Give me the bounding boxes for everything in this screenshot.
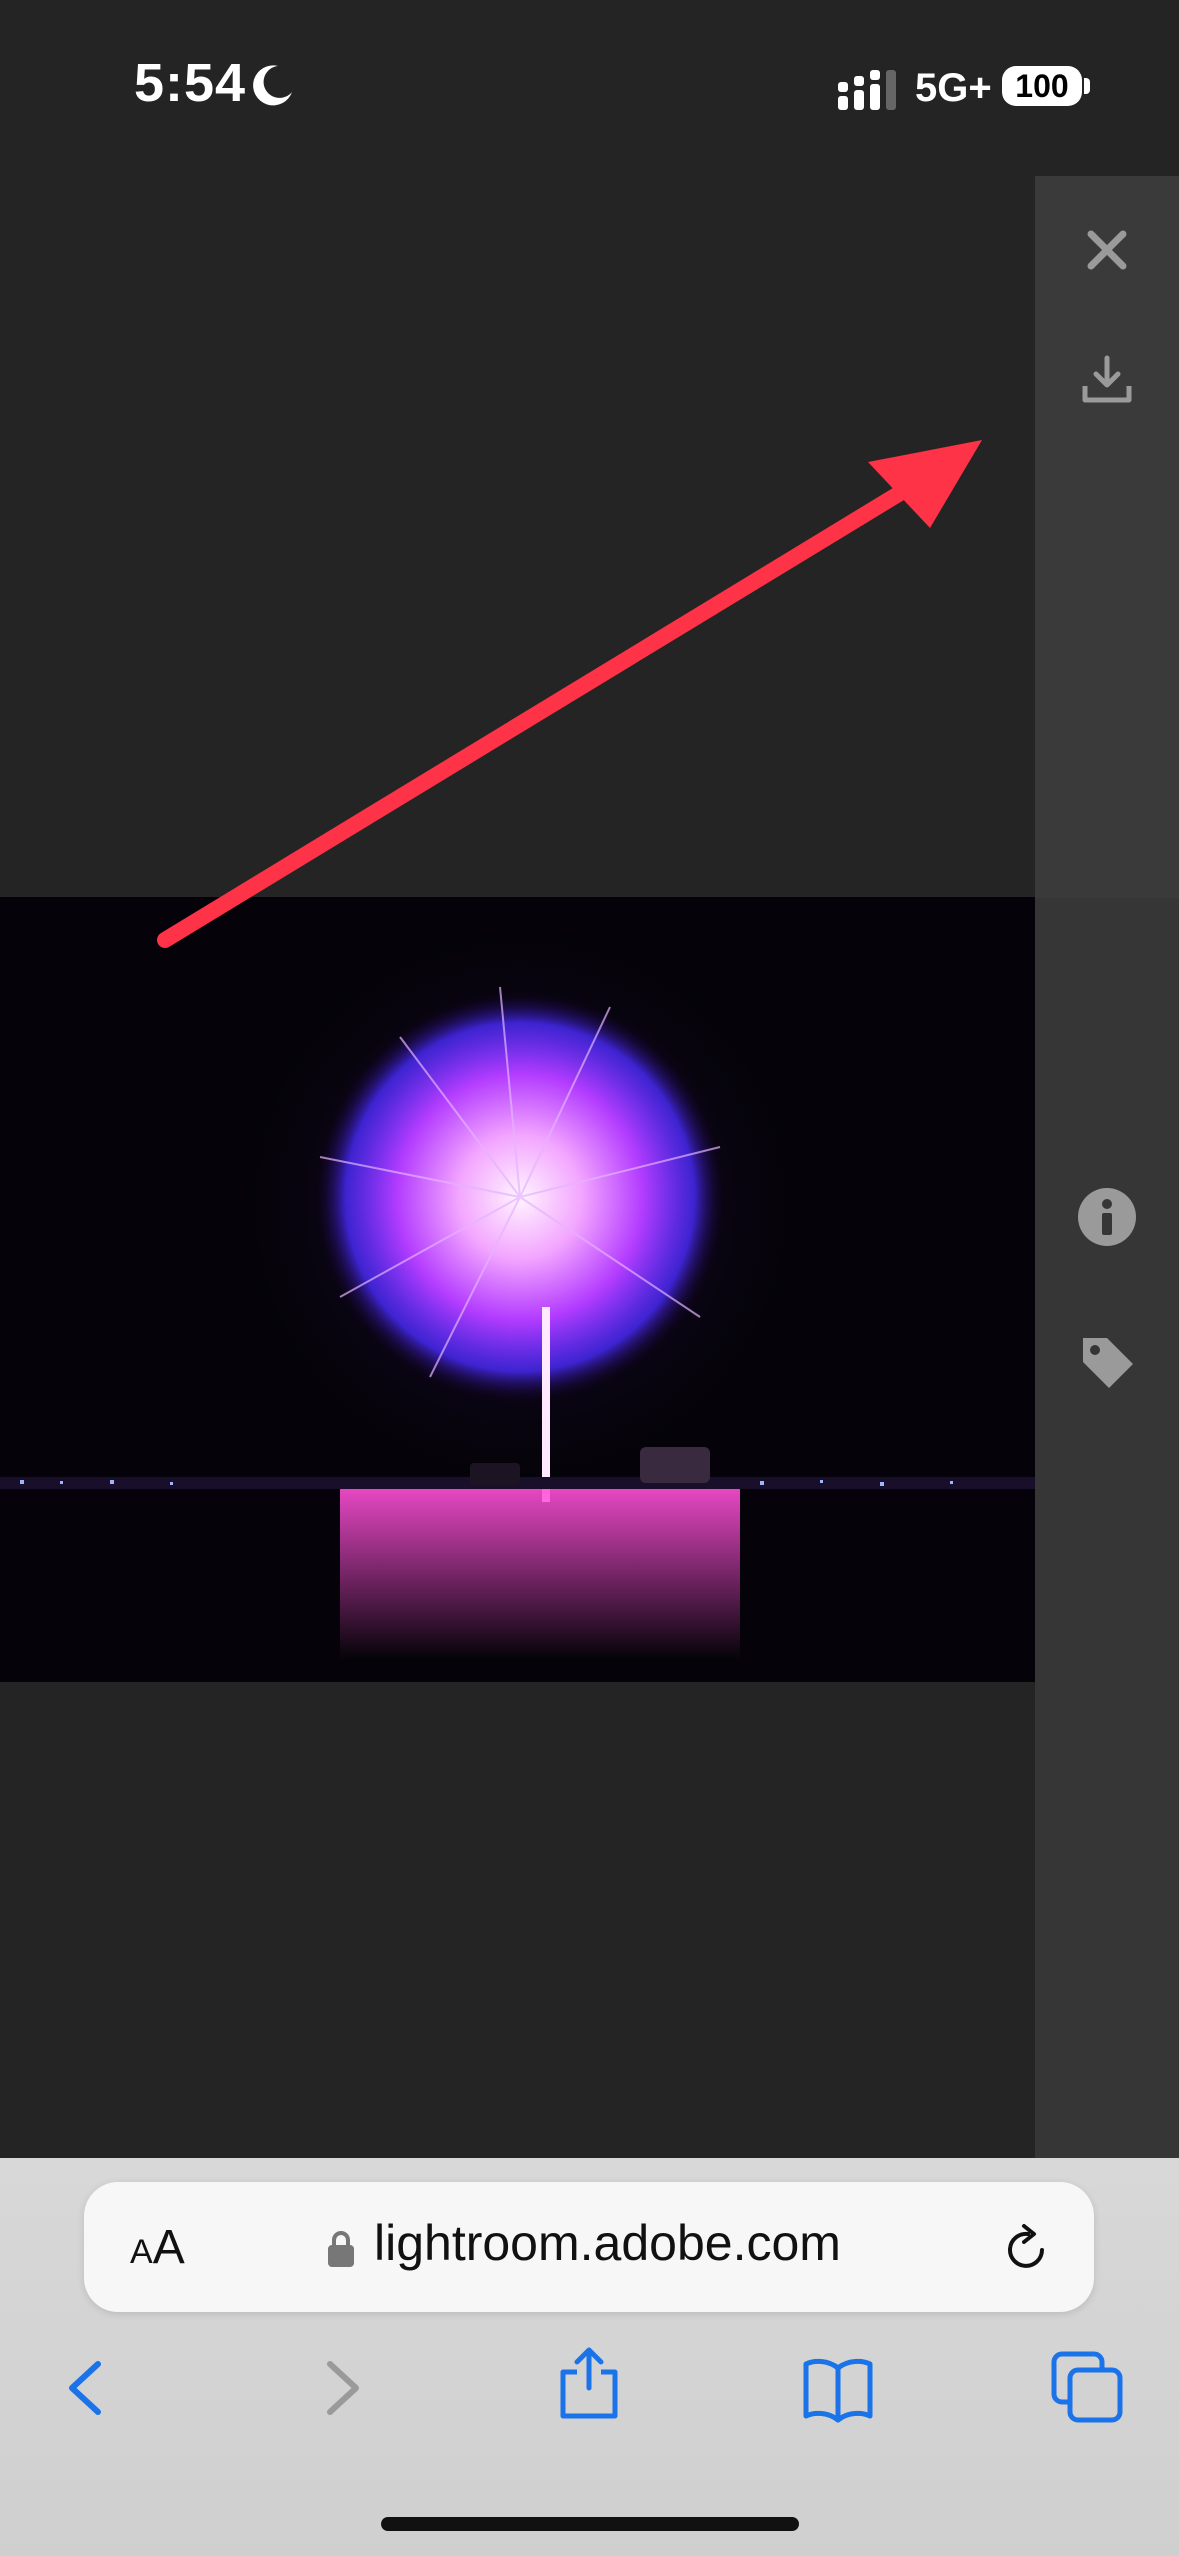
tabs-icon[interactable] — [1050, 2350, 1126, 2426]
tag-icon[interactable] — [1077, 1332, 1137, 1392]
home-indicator[interactable] — [381, 2517, 799, 2531]
clock: 5:54 — [134, 53, 247, 113]
bookmarks-icon[interactable] — [800, 2350, 876, 2426]
reload-icon[interactable] — [998, 2222, 1054, 2278]
download-icon[interactable] — [1077, 350, 1137, 410]
network-type: 5G+ — [915, 66, 992, 110]
photo-view[interactable] — [0, 897, 1035, 1682]
status-bar: 5:54 5G+ 100 — [0, 0, 1179, 180]
fireworks-photo — [0, 897, 1035, 1682]
side-panel-top — [1035, 176, 1179, 898]
signal-icon — [838, 70, 896, 110]
close-icon[interactable] — [1077, 220, 1137, 280]
back-icon[interactable] — [50, 2350, 126, 2426]
share-icon[interactable] — [551, 2344, 627, 2420]
battery-indicator: 100 — [1002, 66, 1082, 106]
moon-icon — [253, 65, 292, 106]
battery-tip — [1084, 78, 1090, 94]
url-text[interactable]: lightroom.adobe.com — [374, 2214, 841, 2272]
text-size-small: A — [130, 2233, 153, 2271]
text-size-large: A — [152, 2221, 185, 2274]
text-size-button[interactable]: AA — [130, 2220, 185, 2275]
forward-icon[interactable] — [302, 2350, 378, 2426]
info-icon[interactable] — [1077, 1187, 1137, 1247]
lock-icon — [328, 2231, 354, 2267]
